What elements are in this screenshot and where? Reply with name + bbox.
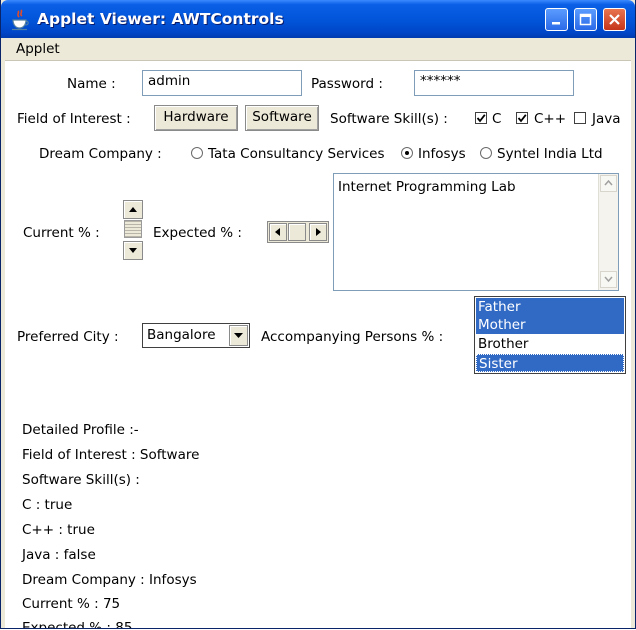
checkbox-cpp[interactable] xyxy=(516,112,528,124)
textarea-scrollbar[interactable] xyxy=(598,174,618,290)
profile-line: Field of Interest : Software xyxy=(22,447,200,463)
dream-company-label: Dream Company : xyxy=(39,146,162,162)
applet-window: Applet Viewer: AWTControls Applet Name :… xyxy=(0,0,636,629)
expected-percent-label: Expected % : xyxy=(153,225,242,241)
preferred-city-dropdown[interactable]: Bangalore xyxy=(142,323,250,348)
profile-line: Current % : 75 xyxy=(22,596,121,612)
software-skills-label: Software Skill(s) : xyxy=(330,111,448,127)
field-of-interest-label: Field of Interest : xyxy=(17,111,131,127)
check-icon xyxy=(476,114,486,123)
radio-infosys[interactable] xyxy=(401,147,413,159)
scroll-down-button[interactable] xyxy=(123,241,143,260)
list-item-brother[interactable]: Brother xyxy=(476,335,624,353)
right-arrow-icon xyxy=(316,228,321,236)
list-item-mother[interactable]: Mother xyxy=(476,316,624,334)
title-bar[interactable]: Applet Viewer: AWTControls xyxy=(1,0,635,38)
profile-heading: Detailed Profile :- xyxy=(22,422,139,438)
comments-textarea[interactable]: Internet Programming Lab xyxy=(333,173,619,291)
password-label: Password : xyxy=(311,76,383,92)
name-label: Name : xyxy=(67,76,116,92)
scroll-left-button[interactable] xyxy=(269,223,287,241)
name-field[interactable]: admin xyxy=(142,70,302,96)
minimize-button[interactable] xyxy=(545,8,568,31)
checkbox-cpp-label: C++ xyxy=(534,111,567,127)
menu-bar: Applet xyxy=(5,38,631,61)
maximize-button[interactable] xyxy=(574,8,597,31)
java-cup-icon xyxy=(12,9,29,31)
profile-line: Java : false xyxy=(22,547,96,563)
software-button[interactable]: Software xyxy=(245,105,319,131)
preferred-city-label: Preferred City : xyxy=(17,329,119,345)
close-button[interactable] xyxy=(603,8,626,31)
checkbox-c[interactable] xyxy=(475,112,487,124)
scroll-right-button[interactable] xyxy=(309,223,327,241)
menu-applet[interactable]: Applet xyxy=(16,41,60,57)
password-field[interactable]: ****** xyxy=(414,70,574,96)
radio-syntel[interactable] xyxy=(480,147,492,159)
scroll-thumb[interactable] xyxy=(124,220,142,238)
close-icon xyxy=(609,14,620,25)
profile-line: Dream Company : Infosys xyxy=(22,572,197,588)
current-percent-scrollbar[interactable] xyxy=(123,200,145,262)
maximize-icon xyxy=(579,13,592,26)
radio-syntel-label: Syntel India Ltd xyxy=(497,146,603,162)
scroll-down-button[interactable] xyxy=(600,271,617,288)
dropdown-button[interactable] xyxy=(229,325,248,346)
checkbox-c-label: C xyxy=(492,111,502,127)
accompanying-persons-label: Accompanying Persons % : xyxy=(261,329,444,345)
current-percent-label: Current % : xyxy=(23,225,100,241)
hardware-button[interactable]: Hardware xyxy=(154,105,238,131)
radio-infosys-label: Infosys xyxy=(418,146,466,162)
profile-line: Software Skill(s) : xyxy=(22,472,140,488)
chevron-down-icon xyxy=(234,333,243,338)
profile-line: C : true xyxy=(22,497,73,513)
expected-percent-scrollbar[interactable] xyxy=(267,221,329,243)
radio-tcs-label: Tata Consultancy Services xyxy=(208,146,385,162)
minimize-icon xyxy=(552,22,560,25)
radio-tcs[interactable] xyxy=(191,147,203,159)
check-icon xyxy=(517,114,527,123)
list-item-sister[interactable]: Sister xyxy=(476,354,624,372)
up-arrow-icon xyxy=(604,179,613,186)
window-title: Applet Viewer: AWTControls xyxy=(37,10,284,28)
left-arrow-icon xyxy=(275,228,280,236)
applet-panel: Name : admin Password : ****** Field of … xyxy=(5,61,631,628)
scroll-up-button[interactable] xyxy=(600,175,617,192)
checkbox-java[interactable] xyxy=(574,112,586,124)
textarea-content: Internet Programming Lab xyxy=(338,179,516,195)
profile-line: C++ : true xyxy=(22,522,95,538)
accompanying-persons-list[interactable]: Father Mother Brother Sister xyxy=(474,296,626,374)
preferred-city-value: Bangalore xyxy=(147,327,216,343)
checkbox-java-label: Java xyxy=(592,111,621,127)
down-arrow-icon xyxy=(604,276,613,283)
down-arrow-icon xyxy=(129,248,137,253)
scroll-up-button[interactable] xyxy=(123,200,143,219)
scroll-thumb[interactable] xyxy=(288,223,306,241)
profile-line: Expected % : 85 xyxy=(22,620,133,628)
list-item-father[interactable]: Father xyxy=(476,298,624,316)
up-arrow-icon xyxy=(129,207,137,212)
